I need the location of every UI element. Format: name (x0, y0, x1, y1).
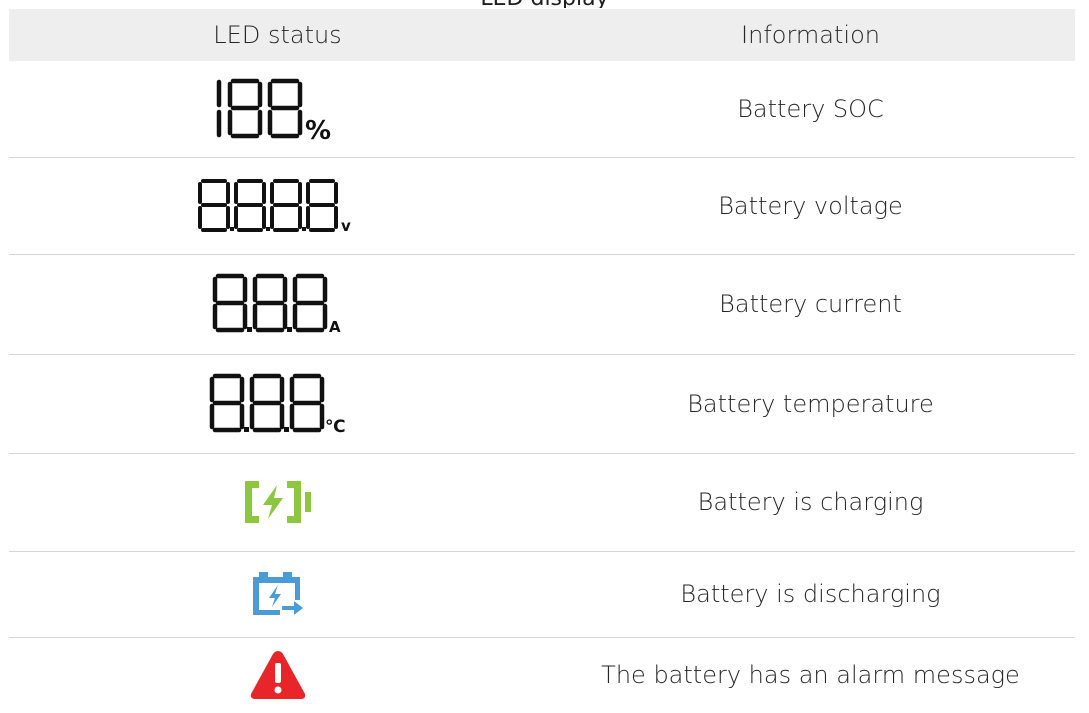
soc-segment-display: % (216, 78, 331, 141)
led-status-cell (9, 453, 546, 551)
column-header-information: Information (741, 21, 880, 49)
temperature-segment-display: ℃ (209, 373, 346, 435)
soc-unit-label: % (305, 116, 331, 141)
led-status-cell (9, 551, 546, 637)
table-row: % Battery SOC (9, 61, 1075, 158)
table-row: The battery has an alarm message (9, 637, 1075, 713)
table-row: A Battery current (9, 254, 1075, 355)
voltage-segment-display: v (197, 178, 351, 234)
temperature-unit-label: ℃ (325, 417, 346, 435)
table-row: ℃ Battery temperature (9, 354, 1075, 454)
information-cell: Battery SOC (737, 95, 884, 123)
battery-discharging-icon (252, 572, 303, 615)
led-status-cell: A (9, 254, 546, 354)
table-caption: LED display (0, 0, 1089, 8)
information-cell: Battery current (719, 290, 902, 318)
information-cell: The battery has an alarm message (601, 661, 1020, 689)
led-status-cell: ℃ (9, 354, 546, 453)
information-cell: Battery is discharging (680, 580, 941, 608)
information-cell: Battery temperature (687, 389, 934, 418)
information-cell: Battery voltage (718, 191, 903, 220)
table-header: LED status Information (9, 9, 1075, 61)
table-row: v Battery voltage (9, 157, 1075, 255)
table-row: Battery is discharging (9, 551, 1075, 638)
information-cell: Battery is charging (697, 488, 924, 516)
table-row: Battery is charging (9, 453, 1075, 552)
current-segment-display: A (212, 273, 341, 335)
battery-charging-icon (244, 481, 311, 523)
voltage-unit-label: v (341, 217, 351, 234)
alarm-warning-icon (250, 651, 305, 699)
led-status-cell: v (9, 157, 546, 254)
led-status-cell (9, 637, 546, 713)
led-status-cell: % (9, 61, 546, 157)
current-unit-label: A (329, 318, 341, 335)
column-header-led-status: LED status (213, 21, 342, 49)
